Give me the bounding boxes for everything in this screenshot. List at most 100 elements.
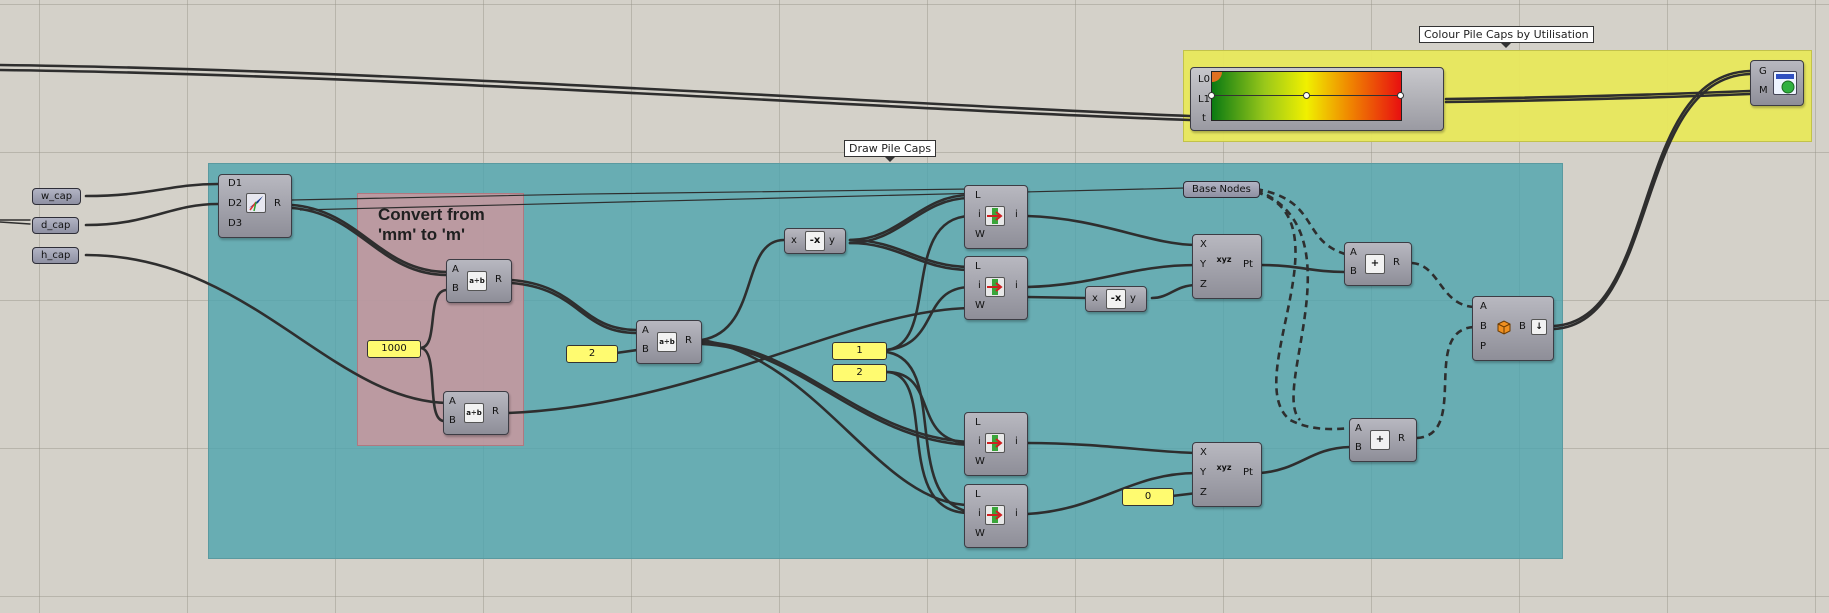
port-i-out[interactable]: i — [1015, 508, 1018, 520]
port-b[interactable]: B — [452, 283, 459, 295]
port-pt[interactable]: Pt — [1243, 467, 1253, 479]
list-item-component-4[interactable]: L i W i — [964, 484, 1028, 548]
xyz-point-icon: xyz — [1216, 255, 1232, 264]
panel-0[interactable]: 0 — [1122, 488, 1174, 506]
port-x[interactable]: x — [791, 235, 797, 247]
xyz-point-icon: xyz — [1216, 463, 1232, 472]
port-d1[interactable]: D1 — [228, 178, 242, 190]
port-y[interactable]: Y — [1200, 467, 1206, 479]
list-item-component-3[interactable]: L i W i — [964, 412, 1028, 476]
divide-component-3[interactable]: A B a÷b R — [636, 320, 702, 364]
port-a[interactable]: A — [1350, 247, 1357, 259]
addition-component-1[interactable]: A B + R — [1344, 242, 1412, 286]
port-l[interactable]: L — [975, 261, 981, 273]
port-l0[interactable]: L0 — [1198, 74, 1210, 86]
negate-icon: -x — [1106, 289, 1126, 309]
port-d3[interactable]: D3 — [228, 218, 242, 230]
construct-point-component-2[interactable]: X Y Z xyz Pt — [1192, 442, 1262, 507]
port-d2[interactable]: D2 — [228, 198, 242, 210]
port-y[interactable]: y — [829, 235, 835, 247]
panel-1[interactable]: 1 — [832, 342, 887, 360]
list-item-component-2[interactable]: L i W i — [964, 256, 1028, 320]
divide-component-2[interactable]: A B a÷b R — [443, 391, 509, 435]
w-cap-param[interactable]: w_cap — [32, 188, 82, 205]
gradient-grip-end[interactable] — [1397, 92, 1404, 99]
port-a[interactable]: A — [1480, 301, 1487, 313]
port-i-out[interactable]: i — [1015, 209, 1018, 221]
panel-1000[interactable]: 1000 — [367, 340, 421, 358]
port-b[interactable]: B — [1355, 442, 1362, 454]
port-p[interactable]: P — [1480, 341, 1486, 353]
port-a[interactable]: A — [642, 325, 649, 337]
box-two-point-component[interactable]: A B P B ↓ — [1472, 296, 1554, 361]
gradient-component[interactable]: L0 L1 t — [1190, 67, 1444, 131]
port-x[interactable]: X — [1200, 447, 1207, 459]
gradient-grip-mid[interactable] — [1303, 92, 1310, 99]
port-i-out[interactable]: i — [1015, 436, 1018, 448]
port-pt[interactable]: Pt — [1243, 259, 1253, 271]
port-z[interactable]: Z — [1200, 487, 1207, 499]
divide-icon: a÷b — [657, 332, 677, 352]
wire-long-2 — [0, 68, 1192, 122]
list-item-component-1[interactable]: L i W i — [964, 185, 1028, 249]
draw-pile-caps-label[interactable]: Draw Pile Caps — [844, 140, 937, 162]
port-l[interactable]: L — [975, 190, 981, 202]
port-w[interactable]: W — [975, 528, 985, 540]
port-y[interactable]: y — [1130, 293, 1136, 305]
colour-group-label[interactable]: Colour Pile Caps by Utilisation — [1419, 26, 1594, 48]
list-item-icon — [985, 206, 1005, 226]
port-b-out[interactable]: B — [1519, 321, 1526, 333]
port-l[interactable]: L — [975, 417, 981, 429]
port-m[interactable]: M — [1759, 85, 1768, 97]
port-r[interactable]: R — [495, 274, 502, 286]
port-i-out[interactable]: i — [1015, 280, 1018, 292]
port-i[interactable]: i — [978, 436, 981, 448]
port-i[interactable]: i — [978, 508, 981, 520]
port-r[interactable]: R — [1398, 433, 1405, 445]
port-r[interactable]: R — [274, 198, 281, 210]
bird-icon — [246, 193, 266, 213]
d-cap-param[interactable]: d_cap — [32, 217, 80, 234]
port-l[interactable]: L — [975, 489, 981, 501]
port-r[interactable]: R — [685, 335, 692, 347]
port-a[interactable]: A — [1355, 423, 1362, 435]
wire-dcap-d2 — [84, 202, 220, 227]
port-w[interactable]: W — [975, 229, 985, 241]
port-t[interactable]: t — [1202, 113, 1206, 125]
port-z[interactable]: Z — [1200, 279, 1207, 291]
port-b[interactable]: B — [642, 344, 649, 356]
port-w[interactable]: W — [975, 456, 985, 468]
port-b[interactable]: B — [449, 415, 456, 427]
gradient-bar[interactable] — [1208, 71, 1404, 121]
port-i[interactable]: i — [978, 280, 981, 292]
wire-long-1 — [0, 63, 1192, 118]
custom-preview-component[interactable]: G M — [1750, 60, 1804, 106]
construct-point-component-1[interactable]: X Y Z xyz Pt — [1192, 234, 1262, 299]
port-a[interactable]: A — [452, 264, 459, 276]
box-icon — [1495, 318, 1513, 336]
colour-swatch-component[interactable]: D1 D2 D3 R — [218, 174, 292, 238]
flatten-arrow-icon[interactable]: ↓ — [1531, 319, 1547, 335]
port-w[interactable]: W — [975, 300, 985, 312]
gradient-grip-start[interactable] — [1208, 92, 1215, 99]
gradient-corner-icon — [1212, 72, 1222, 82]
port-r[interactable]: R — [1393, 257, 1400, 269]
port-x[interactable]: X — [1200, 239, 1207, 251]
port-r[interactable]: R — [492, 406, 499, 418]
negate-component-1[interactable]: x -x y — [784, 228, 846, 254]
negate-component-2[interactable]: x -x y — [1085, 286, 1147, 312]
wire-wcap-d1 — [84, 182, 220, 198]
port-y[interactable]: Y — [1200, 259, 1206, 271]
panel-2[interactable]: 2 — [832, 364, 887, 382]
port-g[interactable]: G — [1759, 66, 1767, 78]
divide-component-1[interactable]: A B a÷b R — [446, 259, 512, 303]
port-b[interactable]: B — [1480, 321, 1487, 333]
port-b[interactable]: B — [1350, 266, 1357, 278]
base-nodes-param[interactable]: Base Nodes — [1183, 181, 1260, 198]
port-x[interactable]: x — [1092, 293, 1098, 305]
addition-component-2[interactable]: A B + R — [1349, 418, 1417, 462]
port-a[interactable]: A — [449, 396, 456, 408]
h-cap-param[interactable]: h_cap — [32, 247, 80, 264]
panel-2-divisor[interactable]: 2 — [566, 345, 618, 363]
port-i[interactable]: i — [978, 209, 981, 221]
